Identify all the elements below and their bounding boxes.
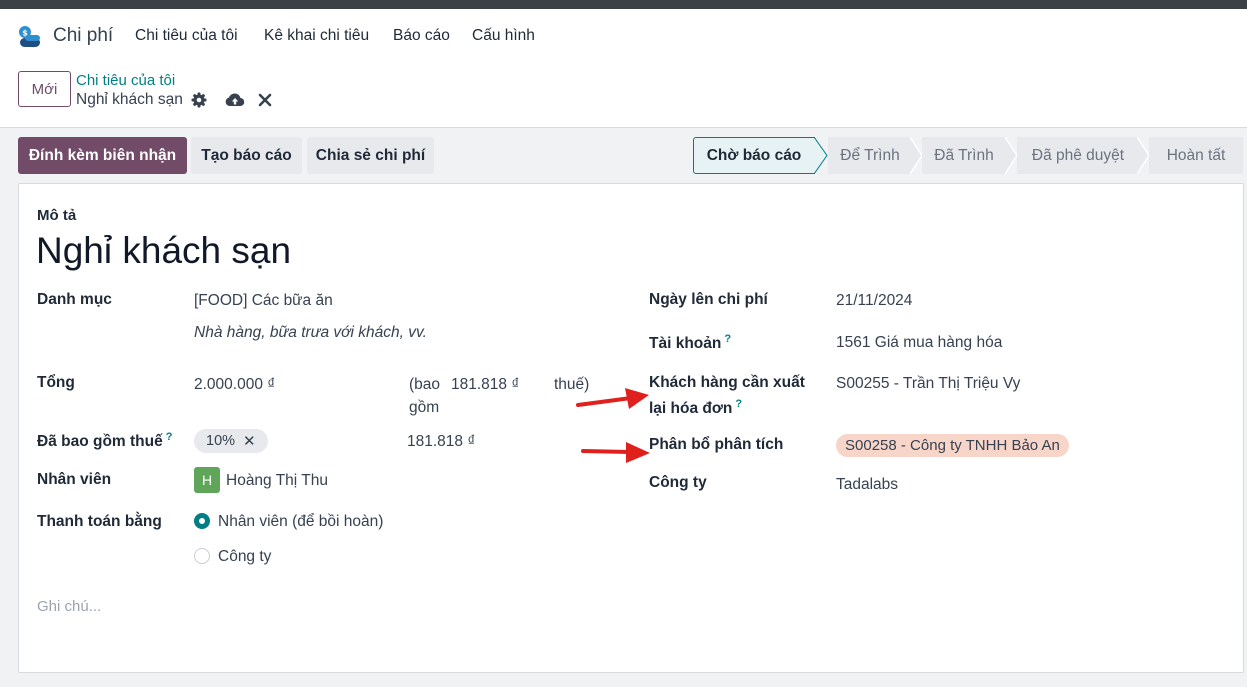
cloud-upload-save-icon[interactable] — [225, 91, 245, 109]
status-chevron-active — [814, 137, 828, 174]
paid-by-company-label[interactable]: Công ty — [218, 548, 271, 566]
breadcrumb-parent[interactable]: Chi tiêu của tôi — [76, 72, 175, 89]
breadcrumb-current: Nghỉ khách sạn — [76, 91, 183, 108]
help-tooltip-icon[interactable]: ? — [724, 333, 731, 345]
company-label: Công ty — [649, 474, 707, 491]
company-field[interactable]: Tadalabs — [836, 476, 898, 494]
reinvoice-customer-label-line2: lại hóa đơn? — [649, 398, 742, 418]
category-label: Danh mục — [37, 291, 112, 308]
help-tooltip-icon[interactable]: ? — [166, 431, 173, 443]
employee-avatar: H — [194, 467, 220, 493]
status-to-report[interactable]: Chờ báo cáo — [693, 137, 815, 174]
description-label: Mô tả — [37, 207, 77, 224]
top-navbar: $ Chi phí Chi tiêu của tôi Kê khai chi t… — [0, 9, 1247, 64]
analytic-distribution-tag-label: S00258 - Công ty TNHH Bảo An — [845, 437, 1060, 454]
annotation-arrow-icon — [576, 388, 649, 409]
paid-by-employee-label[interactable]: Nhân viên (để bồi hoàn) — [218, 513, 383, 531]
tax-tag: 10% ✕ — [194, 429, 268, 453]
employee-label: Nhân viên — [37, 471, 112, 488]
account-label-text: Tài khoản — [649, 335, 722, 353]
menu-configuration[interactable]: Cấu hình — [472, 27, 535, 45]
menu-my-expenses[interactable]: Chi tiêu của tôi — [135, 27, 238, 45]
remove-tag-icon[interactable]: ✕ — [243, 432, 256, 450]
analytic-distribution-label: Phân bổ phân tích — [649, 436, 784, 453]
menu-expense-reports[interactable]: Kê khai chi tiêu — [264, 27, 369, 45]
status-approved[interactable]: Đã phê duyệt — [1017, 137, 1139, 174]
tax-included-amount: 181.818 ₫ — [451, 376, 520, 393]
status-submitted[interactable]: Đã Trình — [922, 137, 1006, 174]
expenses-app-logo-icon[interactable]: $ — [17, 24, 43, 50]
help-tooltip-icon[interactable]: ? — [735, 398, 742, 410]
expense-date-field[interactable]: 21/11/2024 — [836, 292, 912, 310]
category-description: Nhà hàng, bữa trưa với khách, vv. — [194, 324, 427, 341]
notes-field[interactable]: Ghi chú... — [37, 598, 101, 615]
status-done[interactable]: Hoàn tất — [1149, 137, 1243, 174]
category-field[interactable]: [FOOD] Các bữa ăn — [194, 292, 333, 310]
new-button[interactable]: Mới — [18, 71, 71, 107]
paid-by-label: Thanh toán bằng — [37, 513, 162, 530]
reinvoice-customer-label-line1: Khách hàng cần xuất — [649, 374, 805, 391]
reinvoice-customer-field[interactable]: S00255 - Trần Thị Triệu Vy — [836, 375, 1020, 393]
account-field[interactable]: 1561 Giá mua hàng hóa — [836, 334, 1002, 352]
attach-receipt-button[interactable]: Đính kèm biên nhận — [18, 137, 187, 174]
tax-included-open-text: (bao — [409, 376, 441, 393]
menu-reporting[interactable]: Báo cáo — [393, 27, 450, 45]
tax-tag-label: 10% — [206, 433, 236, 449]
expense-title-input[interactable]: Nghỉ khách sạn — [36, 230, 291, 272]
tax-included-label-text: Đã bao gồm thuế — [37, 433, 163, 451]
tax-amount-value: 181.818 ₫ — [407, 433, 476, 450]
discard-close-icon[interactable] — [258, 91, 272, 109]
employee-field[interactable]: Hoàng Thị Thu — [226, 472, 328, 490]
account-label: Tài khoản? — [649, 333, 731, 353]
paid-by-company-radio[interactable] — [194, 548, 210, 564]
expense-date-label: Ngày lên chi phí — [649, 291, 768, 308]
paid-by-employee-radio[interactable] — [194, 513, 210, 529]
tax-included-wrap-text: gồm — [409, 399, 440, 416]
create-report-button[interactable]: Tạo báo cáo — [191, 137, 302, 174]
annotation-arrow-icon — [581, 442, 650, 463]
total-label: Tổng — [37, 374, 75, 391]
split-expense-button[interactable]: Chia sẻ chi phí — [307, 137, 434, 174]
gear-icon[interactable] — [190, 91, 208, 109]
total-amount-field[interactable]: 2.000.000 ₫ — [194, 376, 275, 394]
tax-included-label: Đã bao gồm thuế? — [37, 431, 172, 451]
control-panel: Mới Chi tiêu của tôi Nghỉ khách sạn — [0, 64, 1247, 128]
browser-top-strip — [0, 0, 1247, 9]
app-name[interactable]: Chi phí — [53, 25, 113, 47]
status-to-submit[interactable]: Để Trình — [828, 137, 912, 174]
analytic-distribution-tag[interactable]: S00258 - Công ty TNHH Bảo An — [836, 434, 1069, 457]
reinvoice-customer-label-text: lại hóa đơn — [649, 400, 733, 418]
svg-text:$: $ — [22, 29, 28, 38]
